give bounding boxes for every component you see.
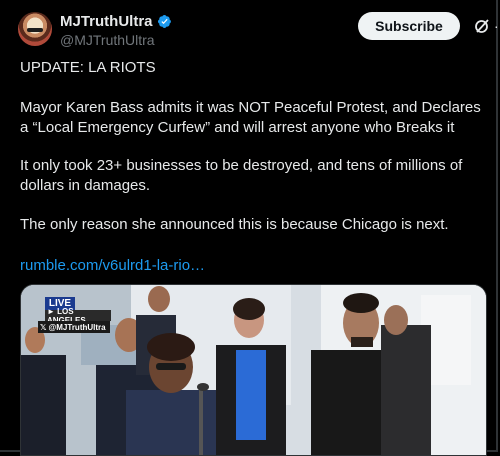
avatar[interactable] [18, 12, 52, 46]
watermark-handle: @MJTruthUltra [48, 322, 106, 332]
author-display-name[interactable]: MJTruthUltra [60, 13, 153, 30]
post-header: MJTruthUltra @MJTruthUltra Subscribe ··· [18, 12, 500, 52]
post-text-line: Mayor Karen Bass admits it was NOT Peace… [20, 99, 481, 136]
author-display-name-row[interactable]: MJTruthUltra [60, 13, 172, 30]
post-text-line: The only reason she announced this is be… [20, 216, 449, 233]
grok-icon[interactable] [474, 18, 490, 34]
video-watermark: 𝕏 @MJTruthUltra [38, 321, 110, 333]
post-text-line: It only took 23+ businesses to be destro… [20, 157, 463, 194]
x-logo-icon: 𝕏 [40, 322, 47, 332]
more-icon[interactable]: ··· [494, 19, 500, 33]
author-handle[interactable]: @MJTruthUltra [60, 32, 172, 48]
subscribe-button[interactable]: Subscribe [358, 12, 460, 40]
location-tag: ► LOS ANGELES [45, 307, 111, 325]
post-link[interactable]: rumble.com/v6ulrd1-la-rio… [20, 256, 205, 276]
author-names[interactable]: MJTruthUltra @MJTruthUltra [60, 13, 172, 48]
verified-badge-icon [157, 15, 171, 28]
post-text-line: UPDATE: LA RIOTS [20, 59, 156, 76]
video-thumbnail[interactable]: LIVE ► LOS ANGELES 𝕏 @MJTruthUltra [20, 284, 487, 456]
